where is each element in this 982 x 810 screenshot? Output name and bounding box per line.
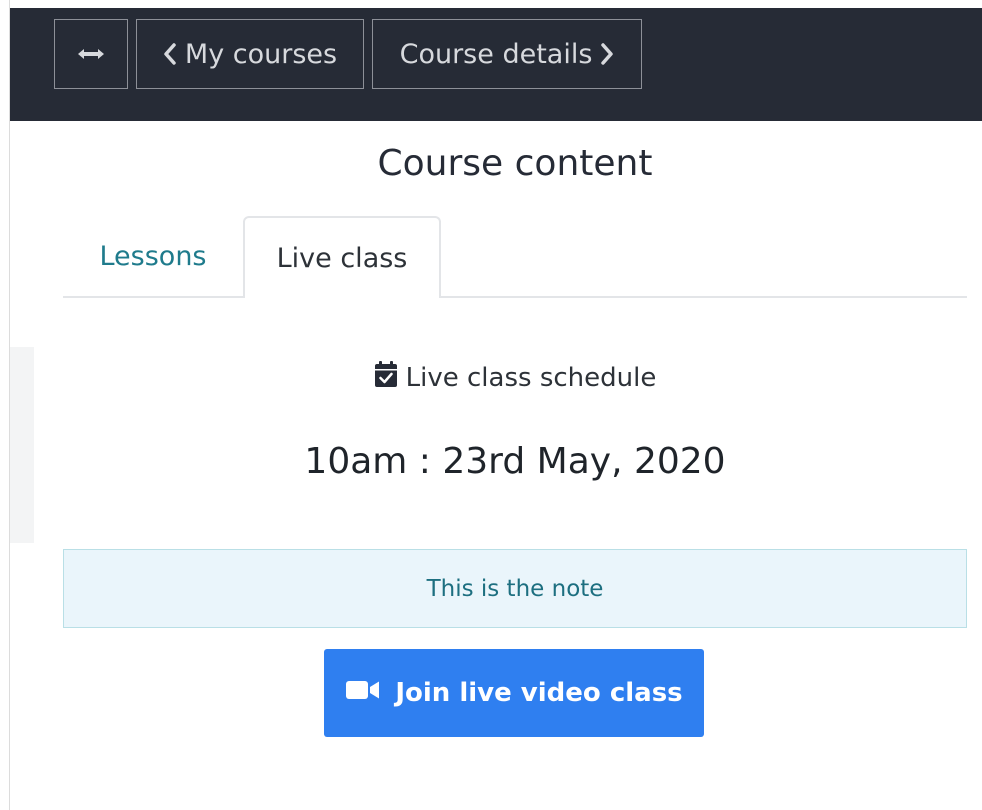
note-text: This is the note — [426, 575, 604, 602]
my-courses-button[interactable]: My courses — [136, 19, 364, 89]
app-frame: My courses Course details Course content… — [9, 0, 982, 810]
calendar-check-icon — [374, 360, 398, 395]
chevron-left-icon — [163, 43, 177, 65]
expand-horizontal-icon — [76, 46, 106, 62]
top-navigation-bar: My courses Course details — [10, 8, 982, 121]
join-live-video-class-button[interactable]: Join live video class — [324, 649, 704, 737]
my-courses-label: My courses — [184, 38, 338, 70]
tab-lessons[interactable]: Lessons — [63, 216, 243, 296]
schedule-heading-label: Live class schedule — [405, 362, 657, 393]
course-details-button[interactable]: Course details — [372, 19, 642, 89]
schedule-time: 10am : 23rd May, 2020 — [304, 441, 726, 482]
join-button-label: Join live video class — [395, 678, 683, 708]
page-title: Course content — [377, 143, 653, 184]
course-details-label: Course details — [399, 38, 593, 70]
video-camera-icon — [345, 678, 381, 708]
note-box: This is the note — [63, 549, 967, 628]
content-tabs: Lessons Live class — [63, 216, 967, 298]
chevron-right-icon — [600, 43, 614, 65]
toggle-sidebar-button[interactable] — [54, 19, 128, 89]
schedule-heading: Live class schedule — [10, 360, 982, 395]
tab-live-class[interactable]: Live class — [243, 216, 441, 298]
